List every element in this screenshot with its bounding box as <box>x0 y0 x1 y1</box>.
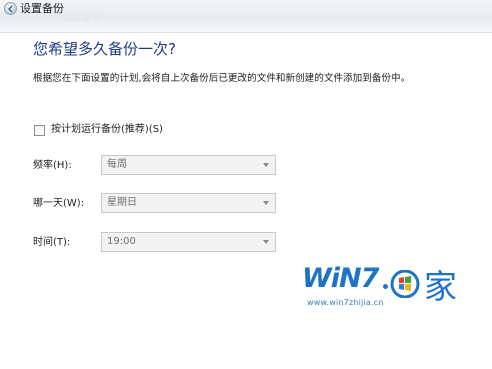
ghost-title: 设置备份 <box>62 13 102 24</box>
chevron-down-icon <box>263 201 269 205</box>
day-select[interactable]: 星期日 <box>101 193 276 213</box>
frequency-value: 每周 <box>107 159 127 170</box>
watermark-url: www.win7zhijia.cn <box>307 298 384 307</box>
schedule-checkbox-label[interactable]: 按计划运行备份(推荐)(S) <box>51 123 163 137</box>
watermark: WiN7 家 www.win7zhijia.cn <box>302 262 482 334</box>
chevron-down-icon <box>263 163 269 167</box>
day-label: 哪一天(W): <box>33 198 85 209</box>
watermark-brand: WiN7 <box>302 263 379 294</box>
watermark-dot <box>383 284 388 289</box>
page-title: 您希望多久备份一次? <box>33 40 176 58</box>
page-description: 根据您在下面设置的计划,会将自上次备份后已更改的文件和新创建的文件添加到备份中。 <box>33 73 411 84</box>
watermark-char: 家 <box>424 267 457 306</box>
day-value: 星期日 <box>107 197 137 208</box>
title-bar: 设置备份 设置备份 <box>0 0 492 33</box>
chevron-down-icon <box>263 240 269 244</box>
frequency-label: 频率(H): <box>33 160 72 171</box>
back-arrow-icon[interactable] <box>4 2 17 15</box>
time-label: 时间(T): <box>33 237 71 248</box>
frequency-select[interactable]: 每周 <box>101 155 276 175</box>
time-select[interactable]: 19:00 <box>101 232 276 252</box>
time-value: 19:00 <box>107 236 136 247</box>
windows-logo-icon <box>390 270 420 298</box>
window-title: 设置备份 <box>20 2 64 15</box>
schedule-checkbox[interactable] <box>34 125 45 136</box>
